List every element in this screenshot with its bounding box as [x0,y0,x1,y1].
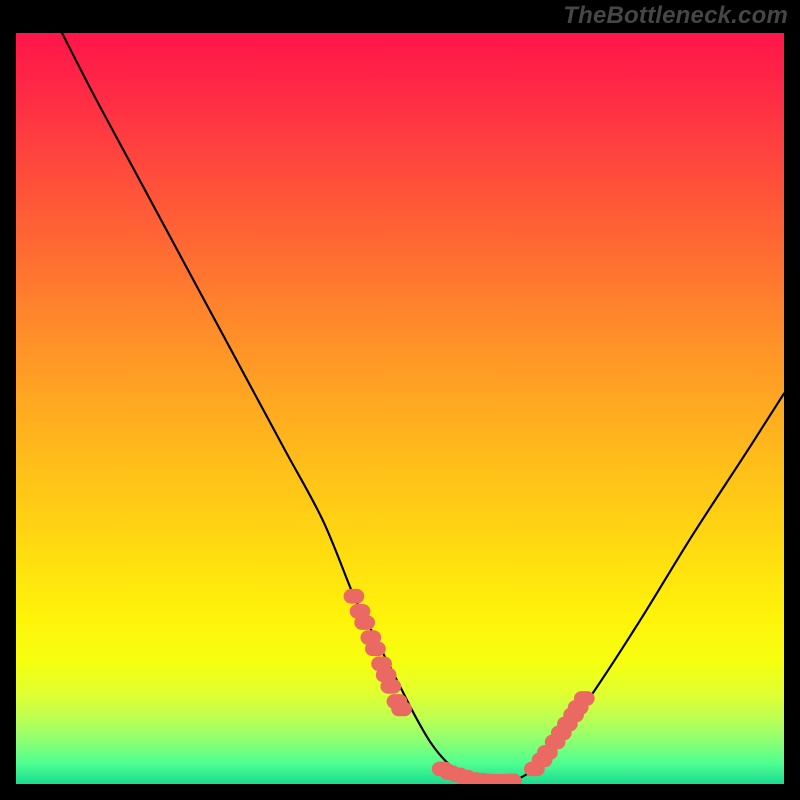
curve-layer [16,33,784,784]
marker-point [384,683,397,690]
watermark-text: TheBottleneck.com [563,2,788,30]
marker-point [364,634,377,641]
plot-frame [13,30,787,787]
marker-point [354,608,367,615]
marker-point [541,749,554,756]
bottleneck-curve [62,33,784,782]
marker-point [395,705,408,712]
marker-point [380,672,393,679]
chart-container: TheBottleneck.com [0,0,800,800]
plot-area [16,33,784,784]
marker-point [369,645,382,652]
marker-point [578,695,591,702]
marker-point [347,593,360,600]
marker-point [505,777,518,784]
marker-point [358,619,371,626]
marker-cluster [347,593,590,784]
marker-point [375,660,388,667]
